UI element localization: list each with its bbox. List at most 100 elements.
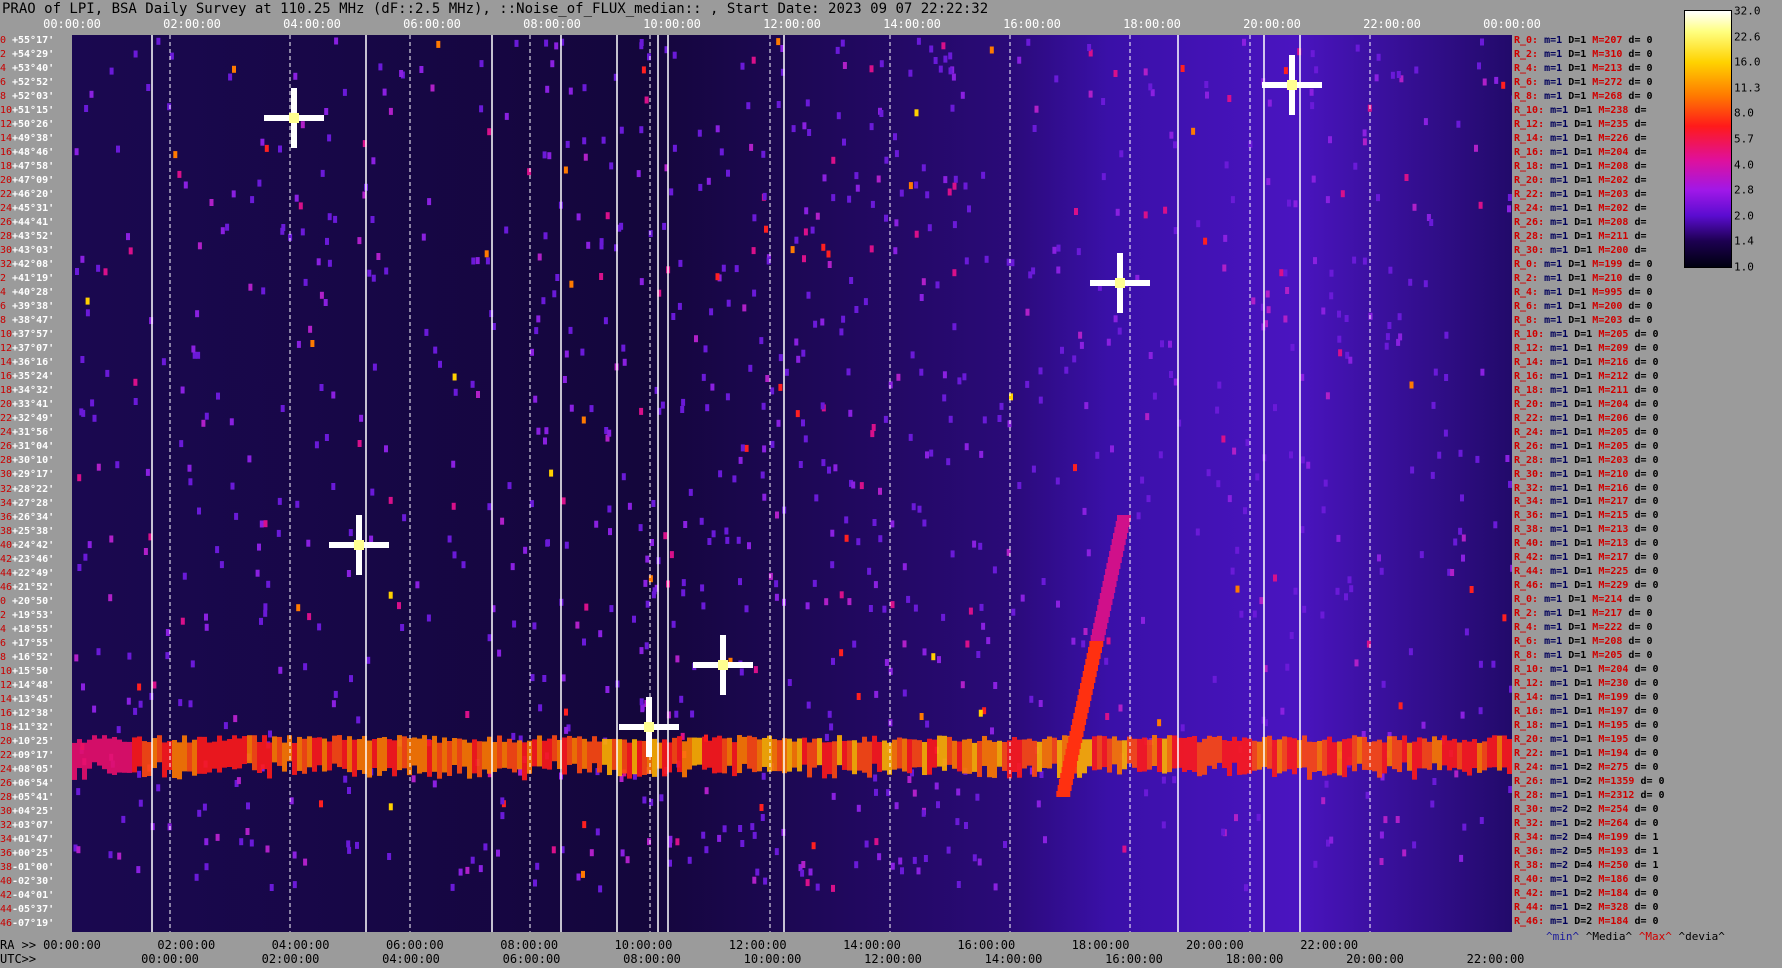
noise-cell	[935, 281, 940, 289]
noise-cell	[1143, 68, 1148, 76]
noise-cell	[1324, 780, 1329, 788]
band-segment	[712, 737, 717, 774]
dec-value: +18°55'	[12, 623, 55, 635]
noise-cell	[873, 581, 878, 589]
band-segment	[482, 741, 487, 770]
noise-cell	[1025, 308, 1030, 316]
noise-cell	[1032, 125, 1037, 132]
dec-value: +11°32'	[12, 721, 55, 733]
noise-cell	[530, 674, 535, 682]
dec-value: +13°45'	[12, 693, 55, 705]
noise-cell	[334, 37, 339, 45]
stats-median: D=2	[1574, 874, 1599, 886]
row-statistics-legend: ^min^ ^Media^ ^Max^ ^devia^	[1546, 930, 1725, 943]
stats-min: m=1	[1544, 300, 1569, 312]
stats-region: R_30:	[1514, 244, 1551, 256]
stats-min: m=2	[1550, 832, 1575, 844]
stats-max: M=203	[1598, 454, 1635, 466]
noise-cell	[617, 224, 622, 232]
noise-cell	[890, 520, 895, 528]
noise-cell	[582, 84, 587, 92]
dec-label: 14+36°16'	[0, 357, 54, 368]
noise-cell	[582, 821, 587, 829]
dec-value: +17°55'	[12, 637, 55, 649]
noise-cell	[581, 870, 585, 878]
noise-cell	[547, 152, 552, 160]
band-segment	[342, 739, 347, 769]
stats-median: D=1	[1574, 678, 1599, 690]
stats-deviation: d= 0	[1634, 762, 1659, 774]
stats-region: R_8:	[1514, 90, 1545, 102]
stats-region: R_22:	[1514, 748, 1551, 760]
noise-cell	[627, 502, 632, 510]
stats-deviation: d= 0	[1634, 706, 1659, 718]
noise-cell	[156, 37, 161, 45]
noise-cell	[542, 151, 547, 159]
noise-cell	[719, 148, 724, 156]
noise-cell	[228, 73, 233, 81]
stats-max: M=206	[1598, 412, 1635, 424]
noise-cell	[255, 569, 260, 577]
noise-cell	[978, 542, 983, 550]
dec-label: 44+22°49'	[0, 568, 54, 579]
noise-cell	[569, 280, 574, 288]
band-segment	[962, 739, 967, 774]
stats-min: m=1	[1544, 286, 1569, 298]
streak-segment	[1061, 767, 1076, 773]
noise-cell	[476, 391, 480, 398]
noise-cell	[1398, 702, 1403, 710]
stats-row: R_6: m=1 D=1 M=200 d= 0	[1514, 301, 1653, 312]
stats-median: D=1	[1574, 566, 1599, 578]
noise-cell	[1054, 75, 1059, 83]
noise-cell	[1325, 392, 1330, 400]
band-segment	[1047, 736, 1052, 769]
noise-cell	[215, 546, 220, 554]
noise-cell	[632, 615, 636, 623]
band-segment	[1342, 739, 1347, 778]
band-segment	[927, 738, 932, 775]
stats-row: R_38: m=1 D=1 M=213 d= 0	[1514, 524, 1659, 535]
ra-tick-bottom: 04:00:00	[271, 938, 330, 952]
stats-max: M=2312	[1598, 790, 1641, 802]
noise-cell	[671, 313, 676, 320]
stats-row: R_46: m=1 D=2 M=184 d= 0	[1514, 916, 1659, 927]
noise-cell	[878, 487, 882, 495]
dec-row-index: 44	[0, 903, 13, 915]
noise-cell	[701, 831, 706, 839]
noise-cell	[324, 434, 329, 441]
noise-cell	[953, 175, 958, 183]
band-segment	[1417, 737, 1422, 769]
noise-cell	[1169, 371, 1173, 378]
noise-cell	[1234, 814, 1238, 822]
stats-row: R_38: m=2 D=4 M=250 d= 1	[1514, 860, 1659, 871]
noise-cell	[1287, 199, 1291, 207]
dec-value: +24°42'	[12, 539, 55, 551]
noise-cell	[1337, 310, 1341, 318]
dec-row-index: 28	[0, 455, 13, 467]
band-segment	[1472, 739, 1477, 769]
stats-region: R_4:	[1514, 62, 1545, 74]
noise-cell	[1453, 538, 1458, 546]
noise-cell	[384, 267, 389, 275]
noise-cell	[911, 503, 916, 511]
ra-tick-bottom: 16:00:00	[957, 938, 1016, 952]
band-segment	[807, 742, 812, 778]
band-segment	[1467, 741, 1472, 776]
noise-cell	[549, 469, 554, 477]
band-segment	[1492, 735, 1497, 768]
dec-value: +14°48'	[12, 679, 55, 691]
noise-cell	[774, 580, 779, 588]
noise-cell	[802, 122, 807, 130]
noise-cell	[1374, 74, 1379, 82]
noise-cell	[544, 427, 549, 435]
stats-median: D=1	[1568, 35, 1593, 46]
band-segment	[1377, 739, 1382, 778]
stats-min: m=1	[1550, 132, 1575, 144]
stats-region: R_10:	[1514, 328, 1551, 340]
noise-cell	[1325, 196, 1330, 204]
noise-cell	[740, 444, 745, 452]
noise-cell	[864, 840, 869, 848]
dec-label: 24+45°31'	[0, 203, 54, 214]
noise-cell	[746, 102, 751, 110]
noise-cell	[384, 445, 388, 453]
